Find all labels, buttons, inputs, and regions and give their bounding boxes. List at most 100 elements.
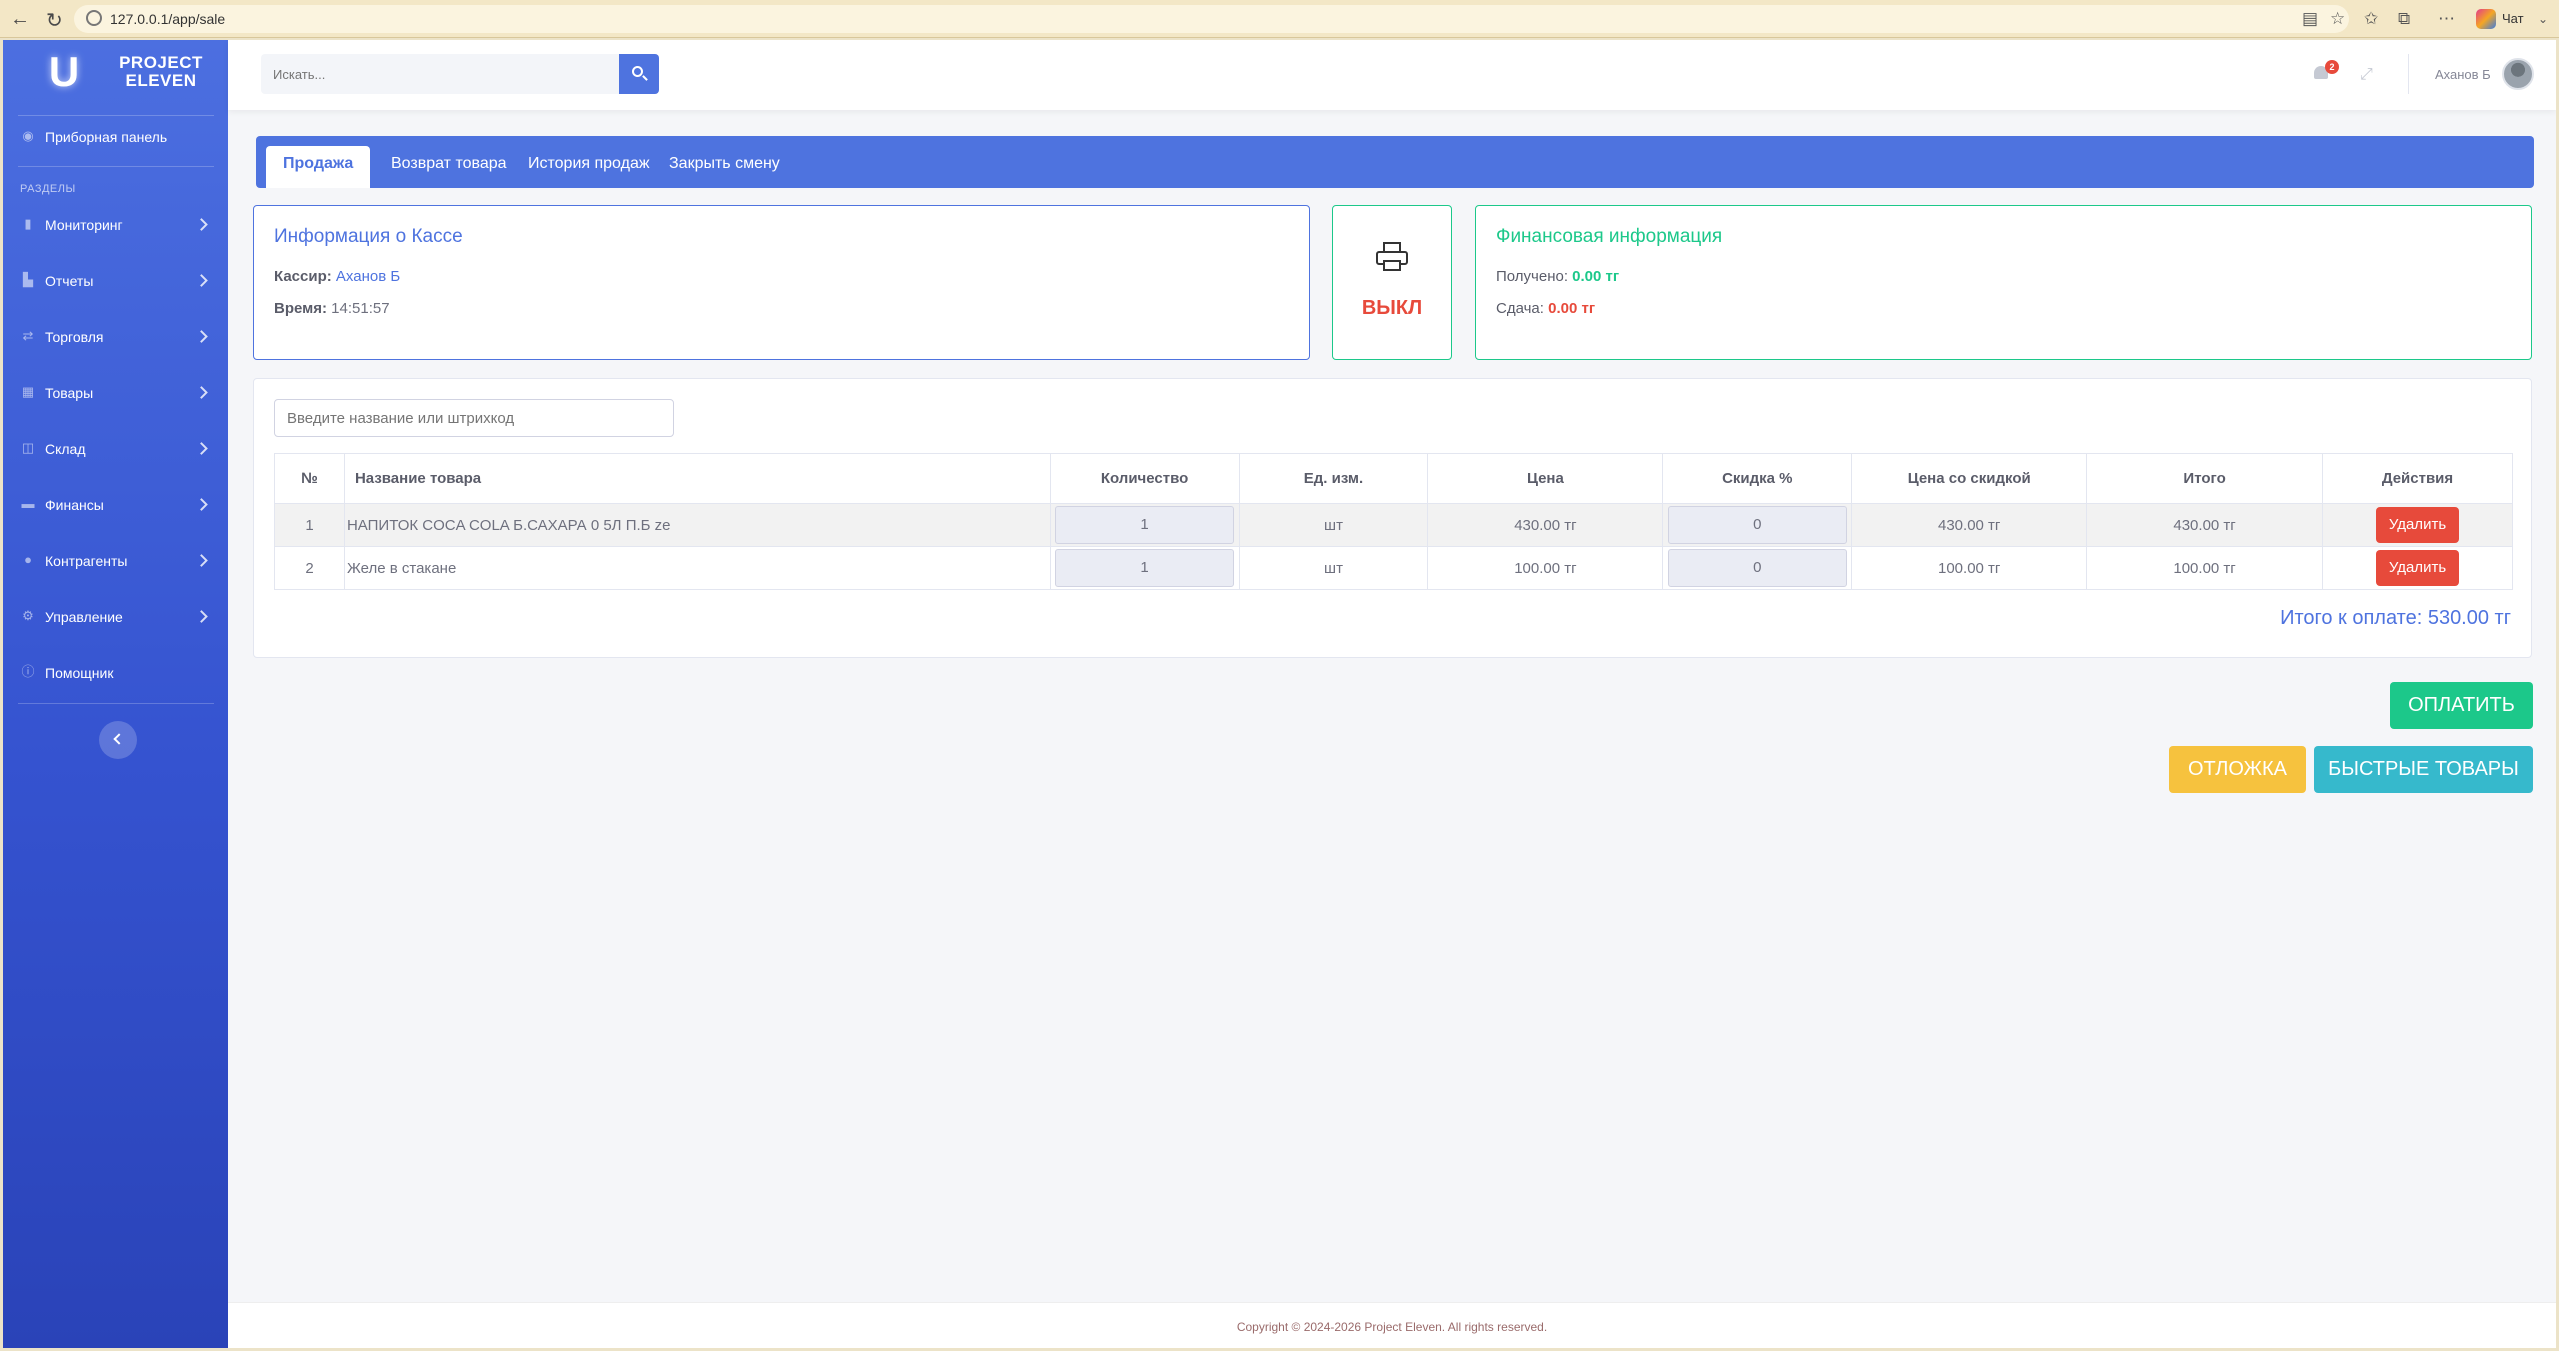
sidebar-item-counterparties[interactable]: ● Контрагенты	[3, 542, 228, 582]
sidebar-item-monitoring[interactable]: ▮ Мониторинг	[3, 206, 228, 246]
gear-icon: ⚙	[22, 608, 34, 623]
search-input[interactable]	[261, 54, 619, 94]
more-icon[interactable]: ⋯	[2438, 9, 2455, 29]
sidebar-toggle-button[interactable]	[99, 721, 137, 759]
sidebar-item-label: Приборная панель	[45, 129, 168, 145]
change-value: 0.00 тг	[1548, 300, 1596, 317]
row-total: 100.00 тг	[2086, 546, 2324, 590]
address-bar[interactable]: 127.0.0.1/app/sale	[74, 5, 2349, 33]
topbar-divider	[2408, 54, 2409, 94]
brand-name: PROJECT ELEVEN	[116, 54, 206, 90]
sidebar-item-label: Управление	[45, 609, 123, 625]
sidebar-item-products[interactable]: ▦ Товары	[3, 374, 228, 414]
time-row: Время: 14:51:57	[274, 300, 390, 317]
sidebar-item-label: Отчеты	[45, 273, 94, 289]
back-icon[interactable]: ←	[10, 8, 30, 31]
sidebar-item-helper[interactable]: ⓘ Помощник	[3, 654, 228, 694]
avatar[interactable]	[2502, 58, 2534, 90]
chevron-right-icon	[195, 274, 208, 287]
exchange-icon: ⇄	[22, 328, 34, 343]
discount-input[interactable]: 0	[1668, 549, 1847, 587]
cart-table: № Название товара Количество Ед. изм. Це…	[274, 453, 2513, 590]
star-icon[interactable]: ☆	[2330, 9, 2345, 29]
site-info-icon[interactable]	[86, 10, 102, 26]
sidebar-item-label: Помощник	[45, 665, 114, 681]
tab-sales-history[interactable]: История продаж	[511, 146, 667, 182]
pay-button[interactable]: ОПЛАТИТЬ	[2390, 682, 2533, 729]
tab-close-shift[interactable]: Закрыть смену	[652, 146, 797, 182]
fullscreen-icon[interactable]: ⤢	[2360, 66, 2373, 84]
row-discounted-price: 100.00 тг	[1851, 546, 2088, 590]
delete-button[interactable]: Удалить	[2375, 550, 2460, 586]
global-search	[261, 54, 619, 94]
cashier-label: Кассир:	[274, 268, 332, 285]
quick-products-button[interactable]: БЫСТРЫЕ ТОВАРЫ	[2314, 746, 2533, 793]
sale-tabs: Продажа Возврат товара История продаж За…	[256, 136, 2534, 188]
tab-sale[interactable]: Продажа	[266, 146, 371, 188]
footer: Copyright © 2024-2026 Project Eleven. Al…	[228, 1302, 2556, 1348]
info-icon: ⓘ	[21, 664, 35, 679]
row-actions: Удалить	[2322, 546, 2513, 590]
reload-icon[interactable]: ↻	[46, 8, 63, 33]
user-name[interactable]: Аханов Б	[2435, 67, 2491, 82]
finance-title: Финансовая информация	[1496, 226, 1723, 247]
sidebar-item-label: Торговля	[45, 329, 104, 345]
sidebar-item-label: Товары	[45, 385, 94, 401]
chevron-right-icon	[195, 610, 208, 623]
discount-input[interactable]: 0	[1668, 506, 1847, 544]
chevron-down-icon[interactable]: ⌄	[2538, 12, 2548, 26]
printer-card[interactable]: ВЫКЛ	[1332, 205, 1452, 360]
row-product-name: Желе в стакане	[343, 546, 1051, 590]
defer-button[interactable]: ОТЛОЖКА	[2169, 746, 2306, 793]
collections-icon[interactable]: ⧉	[2398, 9, 2410, 29]
row-quantity-cell: 1	[1049, 546, 1240, 590]
sidebar-heading: РАЗДЕЛЫ	[20, 183, 76, 195]
sidebar-item-trade[interactable]: ⇄ Торговля	[3, 318, 228, 358]
app-window: U PROJECT ELEVEN ◉ Приборная панель РАЗД…	[3, 40, 2556, 1348]
sidebar-item-finance[interactable]: ▬ Финансы	[3, 486, 228, 526]
cashier-value: Аханов Б	[335, 268, 401, 285]
copilot-icon[interactable]	[2476, 9, 2496, 29]
brand-logo-icon: U	[48, 48, 80, 95]
cart-card: № Название товара Количество Ед. изм. Це…	[253, 378, 2532, 658]
chat-button[interactable]: Чат	[2502, 11, 2524, 26]
col-discount: Скидка %	[1662, 453, 1853, 504]
chevron-right-icon	[195, 498, 208, 511]
brand[interactable]: U PROJECT ELEVEN	[3, 40, 228, 98]
tab-return[interactable]: Возврат товара	[374, 146, 524, 182]
row-unit: шт	[1238, 546, 1429, 590]
col-number: №	[274, 453, 345, 504]
cashier-row: Кассир: Аханов Б	[274, 268, 400, 285]
chevron-right-icon	[195, 554, 208, 567]
delete-button[interactable]: Удалить	[2375, 507, 2460, 543]
quantity-input[interactable]: 1	[1055, 506, 1234, 544]
received-row: Получено: 0.00 тг	[1496, 268, 1619, 285]
reader-icon[interactable]: ▤	[2302, 9, 2318, 29]
sidebar-item-management[interactable]: ⚙ Управление	[3, 598, 228, 638]
chevron-right-icon	[195, 386, 208, 399]
sidebar-item-dashboard[interactable]: ◉ Приборная панель	[3, 118, 228, 158]
product-search-input[interactable]	[275, 400, 673, 436]
row-actions: Удалить	[2322, 503, 2513, 547]
search-icon	[632, 66, 643, 77]
sidebar-item-label: Финансы	[45, 497, 104, 513]
chevron-right-icon	[195, 330, 208, 343]
topbar: 2 ⤢ Аханов Б	[228, 40, 2556, 110]
chart-line-icon: ▙	[23, 272, 33, 287]
time-label: Время:	[274, 300, 327, 317]
money-icon: ▬	[21, 496, 35, 511]
col-unit: Ед. изм.	[1238, 453, 1429, 504]
chevron-right-icon	[195, 442, 208, 455]
cash-info-card: Информация о Кассе Кассир: Аханов Б Врем…	[253, 205, 1310, 360]
sidebar: U PROJECT ELEVEN ◉ Приборная панель РАЗД…	[3, 40, 228, 1348]
sidebar-item-reports[interactable]: ▙ Отчеты	[3, 262, 228, 302]
search-icon-handle	[642, 75, 648, 81]
time-value: 14:51:57	[331, 300, 390, 317]
brand-name-line2: ELEVEN	[125, 71, 197, 90]
col-price: Цена	[1427, 453, 1664, 504]
warehouse-icon: ◫	[21, 440, 35, 455]
quantity-input[interactable]: 1	[1055, 549, 1234, 587]
search-button[interactable]	[619, 54, 659, 94]
favorites-icon[interactable]: ✩	[2364, 9, 2378, 29]
sidebar-item-warehouse[interactable]: ◫ Склад	[3, 430, 228, 470]
